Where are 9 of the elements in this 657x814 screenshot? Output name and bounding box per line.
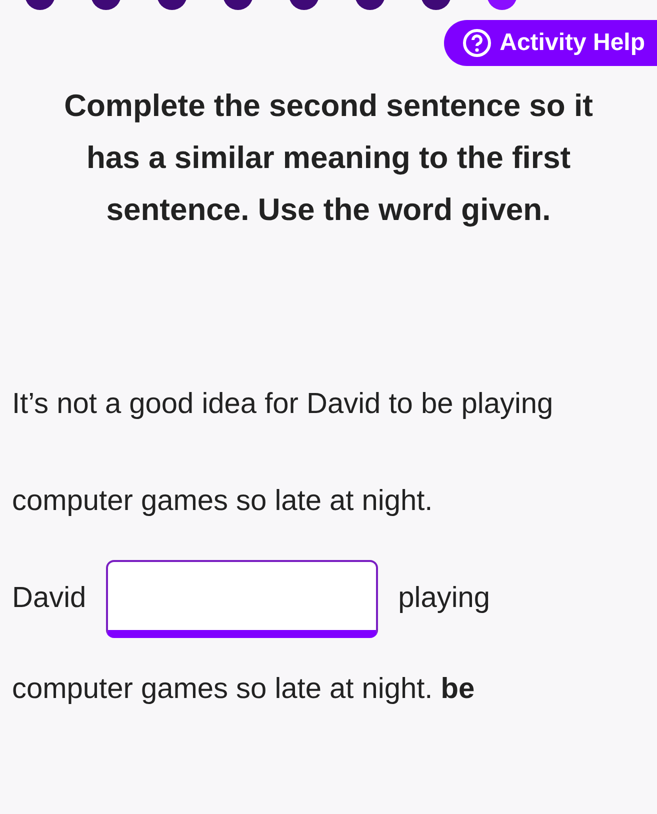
activity-help-button[interactable]: Activity Help [444,20,657,66]
help-icon [462,28,492,58]
sentence-text: David [12,581,86,616]
sentence-text: computer games so late at night. [12,672,433,707]
first-sentence: It’s not a good idea for David to be playing computer games so late at night. [11,387,554,519]
keyword-text: be [440,672,475,707]
answer-field[interactable] [106,560,378,638]
instructions-text: Complete the second sentence so it has a similar meaning to the first sentence. Use the word given. [63,87,594,229]
sentence-text: playing [398,581,490,616]
